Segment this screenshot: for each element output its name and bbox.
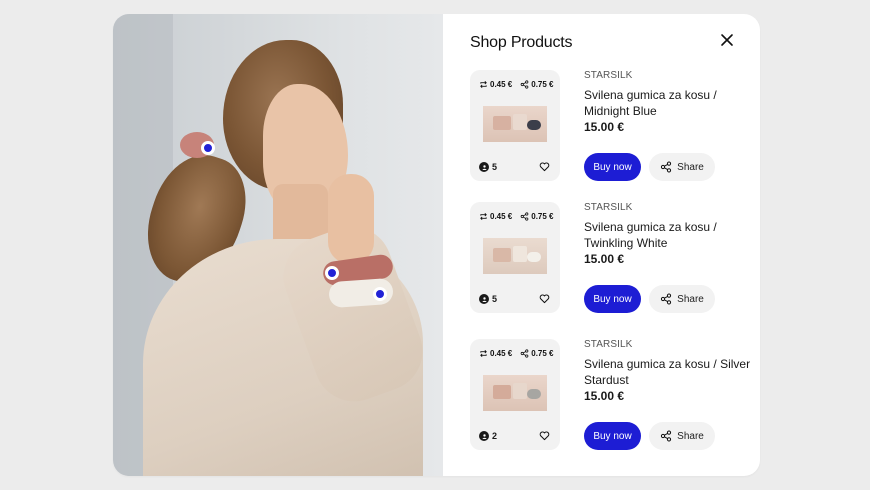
share-icon — [520, 212, 529, 221]
product-actions: Buy now Share — [584, 422, 715, 450]
user-count: 2 — [479, 431, 497, 441]
product-hotspot-3[interactable] — [373, 287, 387, 301]
product-name[interactable]: Svilena gumica za kosu / Twinkling White — [584, 219, 754, 251]
repost-icon — [480, 81, 487, 88]
share-button-label: Share — [677, 430, 704, 442]
user-count: 5 — [479, 162, 497, 172]
share-value: 0.75 € — [531, 80, 554, 89]
product-brand: STARSILK — [584, 70, 633, 81]
product-stats: 0.45 € 0.75 € — [479, 349, 554, 358]
share-button[interactable]: Share — [649, 153, 715, 181]
user-icon — [479, 431, 489, 441]
product-hotspot-1[interactable] — [201, 141, 215, 155]
repost-value: 0.45 € — [490, 212, 513, 221]
share-icon — [520, 80, 529, 89]
share-button[interactable]: Share — [649, 285, 715, 313]
photo-hand — [328, 174, 374, 264]
product-info: STARSILK Svilena gumica za kosu / Midnig… — [584, 70, 754, 134]
product-price: 15.00 € — [584, 120, 625, 134]
product-actions: Buy now Share — [584, 153, 715, 181]
user-count-value: 2 — [492, 431, 498, 441]
share-icon — [661, 430, 672, 442]
user-icon — [479, 294, 489, 304]
model-photo — [113, 14, 443, 476]
repost-stat: 0.45 € — [479, 349, 512, 358]
share-stat: 0.75 € — [520, 212, 554, 221]
product-thumbnail — [483, 375, 547, 411]
repost-stat: 0.45 € — [479, 80, 512, 89]
close-icon[interactable] — [719, 32, 735, 48]
repost-icon — [480, 350, 487, 357]
heart-icon[interactable] — [539, 293, 550, 304]
product-item: 0.45 € 0.75 € 2 STARSILK Svilena gumica … — [470, 339, 760, 451]
product-price: 15.00 € — [584, 252, 625, 266]
share-icon — [520, 349, 529, 358]
repost-value: 0.45 € — [490, 349, 513, 358]
product-name[interactable]: Svilena gumica za kosu / Midnight Blue — [584, 87, 754, 119]
product-actions: Buy now Share — [584, 285, 715, 313]
product-card[interactable]: 0.45 € 0.75 € 2 — [470, 339, 560, 450]
heart-icon[interactable] — [539, 430, 550, 441]
user-icon — [479, 162, 489, 172]
product-item: 0.45 € 0.75 € 5 STARSILK Svilena gumica … — [470, 202, 760, 314]
share-icon — [661, 161, 672, 173]
shop-modal: Shop Products 0.45 € 0.75 € 5 STARSILK S… — [113, 14, 760, 476]
product-thumbnail — [483, 106, 547, 142]
product-thumbnail — [483, 238, 547, 274]
user-count-value: 5 — [492, 162, 498, 172]
share-value: 0.75 € — [531, 212, 554, 221]
share-button-label: Share — [677, 161, 704, 173]
share-value: 0.75 € — [531, 349, 554, 358]
product-item: 0.45 € 0.75 € 5 STARSILK Svilena gumica … — [470, 70, 760, 182]
panel-title: Shop Products — [470, 34, 573, 51]
user-count: 5 — [479, 294, 497, 304]
share-icon — [661, 293, 672, 305]
buy-now-button[interactable]: Buy now — [584, 153, 641, 181]
heart-icon[interactable] — [539, 161, 550, 172]
buy-now-button[interactable]: Buy now — [584, 285, 641, 313]
share-stat: 0.75 € — [520, 349, 554, 358]
repost-value: 0.45 € — [490, 80, 513, 89]
product-card[interactable]: 0.45 € 0.75 € 5 — [470, 70, 560, 181]
product-info: STARSILK Svilena gumica za kosu / Twinkl… — [584, 202, 754, 266]
product-stats: 0.45 € 0.75 € — [479, 212, 554, 221]
share-button-label: Share — [677, 293, 704, 305]
product-stats: 0.45 € 0.75 € — [479, 80, 554, 89]
user-count-value: 5 — [492, 294, 498, 304]
repost-icon — [480, 213, 487, 220]
product-name[interactable]: Svilena gumica za kosu / Silver Stardust — [584, 356, 754, 388]
share-button[interactable]: Share — [649, 422, 715, 450]
repost-stat: 0.45 € — [479, 212, 512, 221]
product-brand: STARSILK — [584, 339, 633, 350]
product-brand: STARSILK — [584, 202, 633, 213]
products-panel: Shop Products 0.45 € 0.75 € 5 STARSILK S… — [443, 14, 760, 476]
product-price: 15.00 € — [584, 389, 625, 403]
share-stat: 0.75 € — [520, 80, 554, 89]
product-hotspot-2[interactable] — [325, 266, 339, 280]
product-card[interactable]: 0.45 € 0.75 € 5 — [470, 202, 560, 313]
buy-now-button[interactable]: Buy now — [584, 422, 641, 450]
product-info: STARSILK Svilena gumica za kosu / Silver… — [584, 339, 754, 403]
